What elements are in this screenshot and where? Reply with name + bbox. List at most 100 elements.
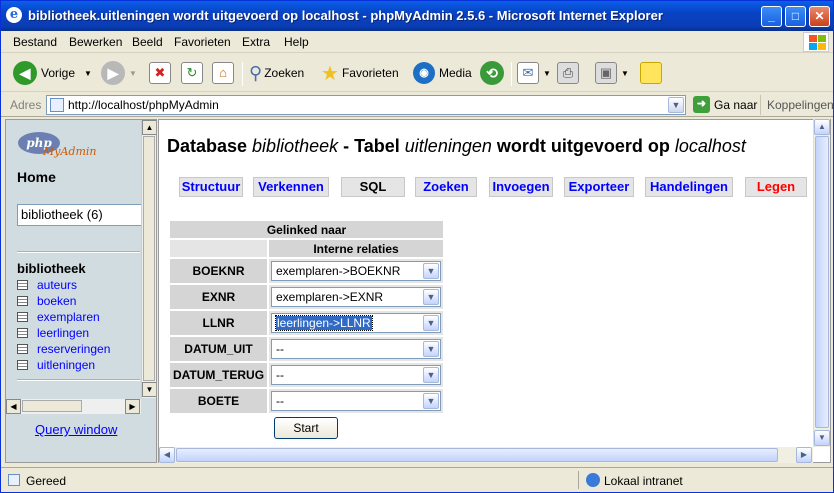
stop-button[interactable]: ✖ [149,60,175,86]
media-label: Media [439,66,472,80]
table-link-reserveringen[interactable]: reserveringen [37,342,110,356]
relation-select-exnr[interactable]: exemplaren->EXNR ▼ [271,287,441,307]
chevron-down-icon[interactable]: ▼ [423,289,439,305]
chevron-down-icon[interactable]: ▼ [423,367,439,383]
favorites-label: Favorieten [341,66,399,80]
scroll-right-icon[interactable]: ▶ [796,447,812,463]
table-item-boeken[interactable]: boeken [17,293,76,309]
scroll-right-icon[interactable]: ▶ [125,399,140,414]
print-button[interactable]: ⎙ [557,60,583,86]
query-window-link[interactable]: Query window [35,422,117,437]
menu-bestand[interactable]: Bestand [13,35,57,49]
back-dropdown-icon[interactable]: ▼ [84,69,92,78]
sidebar-vertical-scrollbar[interactable]: ▲ ▼ [141,120,156,398]
relation-select-boete[interactable]: -- ▼ [271,391,441,411]
search-icon: ⚲ [249,62,263,83]
tab-sql[interactable]: SQL [341,177,405,197]
tab-invoegen[interactable]: Invoegen [489,177,553,197]
address-dropdown-icon[interactable]: ▼ [668,97,684,113]
history-button[interactable]: ⟲ [480,60,508,86]
tab-structuur[interactable]: Structuur [179,177,243,197]
field-name: LLNR [170,311,267,335]
table-item-reserveringen[interactable]: reserveringen [17,341,110,357]
relations-header: Gelinked naar [170,221,443,238]
table-icon [17,360,28,370]
go-button[interactable]: Ga naar [714,98,757,112]
edit-button[interactable]: ▣ ▼ [595,60,629,86]
table-icon [17,296,28,306]
menu-help[interactable]: Help [284,35,309,49]
menu-favorieten[interactable]: Favorieten [174,35,231,49]
mail-button[interactable]: ✉ ▼ [517,60,551,86]
menu-beeld[interactable]: Beeld [132,35,163,49]
table-link-uitleningen[interactable]: uitleningen [37,358,95,372]
tab-verkennen[interactable]: Verkennen [253,177,329,197]
content-horizontal-scrollbar[interactable]: ◀ ▶ [159,447,813,463]
search-button[interactable]: ⚲ Zoeken [249,60,304,86]
home-link[interactable]: Home [17,169,56,185]
table-row: EXNR exemplaren->EXNR ▼ [170,285,443,309]
table-item-uitleningen[interactable]: uitleningen [17,357,95,373]
table-item-leerlingen[interactable]: leerlingen [17,325,89,341]
refresh-button[interactable]: ↻ [181,60,207,86]
favorites-star-icon: ★ [321,62,339,85]
back-button[interactable]: ◀ Vorige ▼ [13,60,92,86]
table-item-exemplaren[interactable]: exemplaren [17,309,100,325]
scroll-up-icon[interactable]: ▲ [814,119,830,135]
browser-window: e bibliotheek.uitleningen wordt uitgevoe… [0,0,834,493]
forward-button[interactable]: ▶ ▼ [101,60,137,86]
scroll-down-icon[interactable]: ▼ [814,430,830,446]
media-button[interactable]: ◉ Media [413,60,472,86]
toolbar: ◀ Vorige ▼ ▶ ▼ ✖ ↻ ⌂ ⚲ Zoeken ★ Favoriet… [1,54,833,92]
relation-select-llnr[interactable]: leerlingen->LLNR ▼ [271,313,441,333]
table-link-exemplaren[interactable]: exemplaren [37,310,100,324]
security-zone-text: Lokaal intranet [604,474,683,488]
scroll-left-icon[interactable]: ◀ [159,447,175,463]
table-item-auteurs[interactable]: auteurs [17,277,77,293]
mail-dropdown-icon[interactable]: ▼ [543,69,551,78]
minimize-button[interactable]: _ [761,6,782,27]
forward-dropdown-icon[interactable]: ▼ [129,69,137,78]
database-select-value: bibliotheek (6) [21,207,103,222]
messenger-button[interactable] [640,60,666,86]
start-button[interactable]: Start [274,417,338,439]
sidebar-horizontal-scrollbar[interactable]: ◀ ▶ [6,399,141,414]
close-button[interactable]: ✕ [809,6,830,27]
table-link-leerlingen[interactable]: leerlingen [37,326,89,340]
scroll-up-icon[interactable]: ▲ [142,120,156,135]
table-link-auteurs[interactable]: auteurs [37,278,77,292]
chevron-down-icon[interactable]: ▼ [423,393,439,409]
tab-zoeken[interactable]: Zoeken [415,177,477,197]
chevron-down-icon[interactable]: ▼ [423,341,439,357]
table-row: LLNR leerlingen->LLNR ▼ [170,311,443,335]
scroll-left-icon[interactable]: ◀ [6,399,21,414]
tab-legen[interactable]: Legen [745,177,807,197]
relation-select-boeknr[interactable]: exemplaren->BOEKNR ▼ [271,261,441,281]
relation-select-datum-terug[interactable]: -- ▼ [271,365,441,385]
page-title: Database bibliotheek - Tabel uitleningen… [167,136,746,156]
address-input[interactable]: http://localhost/phpMyAdmin ▼ [46,95,686,115]
field-name: DATUM_TERUG [170,363,267,387]
messenger-icon [640,62,662,84]
database-select[interactable]: bibliotheek (6) [17,204,147,226]
database-name[interactable]: bibliotheek [17,261,86,276]
scroll-down-icon[interactable]: ▼ [142,382,156,397]
menu-extra[interactable]: Extra [242,35,270,49]
address-bar: Adres http://localhost/phpMyAdmin ▼ ➜ Ga… [1,93,834,117]
logo-myadmin: MyAdmin [43,145,97,158]
favorites-button[interactable]: ★ Favorieten [321,60,399,86]
edit-dropdown-icon[interactable]: ▼ [621,69,629,78]
tab-handelingen[interactable]: Handelingen [645,177,733,197]
relation-select-datum-uit[interactable]: -- ▼ [271,339,441,359]
chevron-down-icon[interactable]: ▼ [423,263,439,279]
go-arrow-icon[interactable]: ➜ [693,96,710,113]
menu-bewerken[interactable]: Bewerken [69,35,122,49]
content-frame: Database bibliotheek - Tabel uitleningen… [158,119,831,463]
maximize-button[interactable]: □ [785,6,806,27]
content-vertical-scrollbar[interactable]: ▲ ▼ [813,119,830,447]
home-button[interactable]: ⌂ [212,60,238,86]
chevron-down-icon[interactable]: ▼ [423,315,439,331]
tab-exporteer[interactable]: Exporteer [564,177,634,197]
table-link-boeken[interactable]: boeken [37,294,76,308]
links-button[interactable]: Koppelingen [767,98,834,112]
